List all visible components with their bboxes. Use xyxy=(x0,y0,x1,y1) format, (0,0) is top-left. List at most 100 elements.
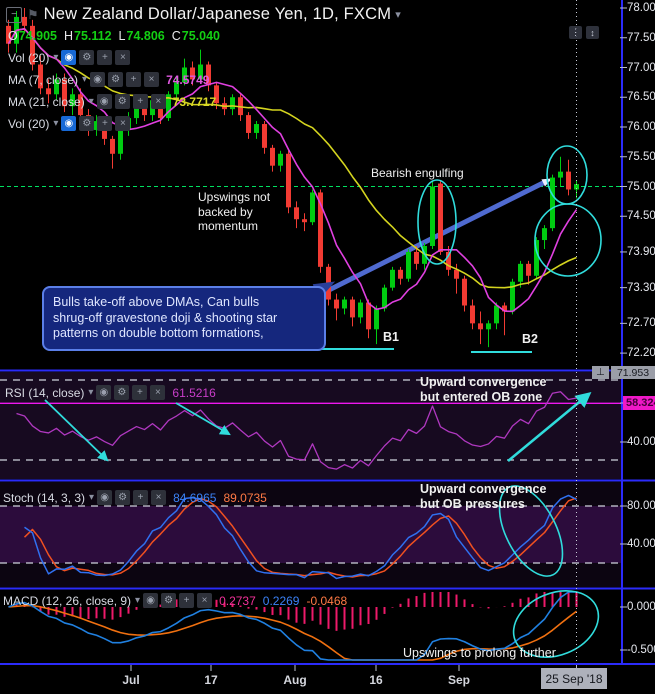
scale-drag-icon[interactable]: ⋮ xyxy=(569,26,582,39)
title-bar: − ⚑ New Zealand Dollar/Japanese Yen, 1D,… xyxy=(6,5,401,24)
chevron-down-icon[interactable]: ▾ xyxy=(89,492,94,503)
legend-ma21: MA (21, close) ▾ ◉ ⚙ + × 73.7717 xyxy=(8,93,216,110)
eye-icon[interactable]: ◉ xyxy=(90,72,106,87)
stoch-annotation: Upward convergence but OB pressures xyxy=(420,482,547,512)
high-value: 75.112 xyxy=(74,28,112,43)
rsi-annotation: Upward convergence but entered OB zone xyxy=(420,375,547,405)
eye-icon[interactable]: ◉ xyxy=(97,490,113,505)
stoch-k-value: 84.6965 xyxy=(173,490,217,505)
close-icon[interactable]: × xyxy=(151,490,167,505)
price-axis-label: 77.000 xyxy=(627,61,655,74)
open-value: 74.905 xyxy=(18,28,57,43)
price-axis-label: 77.500 xyxy=(627,31,655,44)
stoch-header: Stoch (14, 3, 3) ▾ ◉ ⚙ + × 84.6965 89.07… xyxy=(3,489,267,506)
ma21-label: MA (21, close) xyxy=(8,94,85,109)
low-anchor-icon: ⊥ xyxy=(592,366,609,379)
eye-icon[interactable]: ◉ xyxy=(143,593,159,608)
stoch-axis-label: 40.0000 xyxy=(627,538,655,550)
close-icon[interactable]: × xyxy=(115,50,131,65)
macd-value: 0.2269 xyxy=(262,593,300,608)
gear-icon[interactable]: ⚙ xyxy=(108,72,124,87)
macd-annotation: Upswings to prolong further xyxy=(403,646,556,660)
high-label: H xyxy=(63,28,73,43)
open-label: O xyxy=(8,28,18,43)
plus-icon[interactable]: + xyxy=(133,490,149,505)
price-axis-label: 76.500 xyxy=(627,91,655,104)
rsi-value: 61.5216 xyxy=(172,385,216,400)
plus-icon[interactable]: + xyxy=(126,72,142,87)
chevron-down-icon[interactable]: ▾ xyxy=(53,118,58,129)
close-label: C xyxy=(171,28,181,43)
stoch-label: Stoch (14, 3, 3) xyxy=(3,490,86,505)
b2-label: B2 xyxy=(522,332,538,346)
bearish-engulfing-note: Bearish engulfing xyxy=(371,166,464,180)
scale-updown-icon[interactable]: ↕ xyxy=(586,26,599,39)
stoch-d-value: 89.0735 xyxy=(223,490,267,505)
gear-icon[interactable]: ⚙ xyxy=(114,94,130,109)
close-icon[interactable]: × xyxy=(144,72,160,87)
stoch-axis-label: 80.0000 xyxy=(627,500,655,512)
gear-icon[interactable]: ⚙ xyxy=(79,50,95,65)
ma7-value: 74.5749 xyxy=(166,72,210,87)
chevron-down-icon[interactable]: ▾ xyxy=(395,8,401,21)
eye-icon[interactable]: ◉ xyxy=(61,50,77,65)
macd-label: MACD (12, 26, close, 9) xyxy=(3,593,132,608)
rsi-header: RSI (14, close) ▾ ◉ ⚙ + × 61.5216 xyxy=(5,384,216,401)
plus-icon[interactable]: + xyxy=(132,385,148,400)
time-axis-label: 16 xyxy=(369,673,383,687)
symbol-title[interactable]: New Zealand Dollar/Japanese Yen, 1D, FXC… xyxy=(44,5,392,24)
ma21-value: 73.7717 xyxy=(172,94,217,109)
low-label: L xyxy=(118,28,126,43)
plus-icon[interactable]: + xyxy=(132,94,148,109)
chevron-down-icon[interactable]: ▾ xyxy=(88,387,93,398)
price-axis-label: 78.000 xyxy=(627,2,655,14)
plus-icon[interactable]: + xyxy=(97,50,113,65)
price-axis-label: 76.000 xyxy=(627,121,655,133)
gear-icon[interactable]: ⚙ xyxy=(161,593,177,608)
macd-axis-label: -0.5000 xyxy=(627,644,655,656)
symbol-flag-icon: ⚑ xyxy=(27,6,39,22)
vol-label: Vol (20) xyxy=(8,116,50,131)
ma7-label: MA (7, close) xyxy=(8,72,79,87)
close-icon[interactable]: × xyxy=(150,94,166,109)
rsi-label: RSI (14, close) xyxy=(5,385,85,400)
plus-icon[interactable]: + xyxy=(97,116,113,131)
gear-icon[interactable]: ⚙ xyxy=(115,490,131,505)
close-icon[interactable]: × xyxy=(197,593,213,608)
gear-icon[interactable]: ⚙ xyxy=(114,385,130,400)
time-axis-label: Aug xyxy=(283,673,307,687)
upswings-momentum-note: Upswings not backed by momentum xyxy=(198,190,271,234)
price-axis-label: 75.000 xyxy=(627,180,655,193)
price-axis-label: 73.300 xyxy=(627,281,655,294)
macd-hist-value: 0.2737 xyxy=(219,593,256,608)
chevron-down-icon[interactable]: ▾ xyxy=(53,52,58,63)
close-icon[interactable]: × xyxy=(150,385,166,400)
low-price-tag: 71.953 xyxy=(611,366,655,379)
callout-note: Bulls take-off above DMAs, Can bulls shr… xyxy=(42,286,326,351)
price-axis-label: 72.700 xyxy=(627,317,655,330)
close-value: 75.040 xyxy=(181,28,220,43)
close-icon[interactable]: × xyxy=(115,116,131,131)
legend-vol-top: Vol (20) ▾ ◉ ⚙ + × xyxy=(8,49,131,66)
macd-header: MACD (12, 26, close, 9) ▾ ◉ ⚙ + × 0.2737… xyxy=(3,592,347,609)
time-axis-label: Sep xyxy=(447,673,471,687)
collapse-icon[interactable]: − xyxy=(6,6,22,23)
eye-icon[interactable]: ◉ xyxy=(61,116,77,131)
chevron-down-icon[interactable]: ▾ xyxy=(135,595,140,606)
low-value: 74.806 xyxy=(126,28,165,43)
b1-label: B1 xyxy=(383,330,399,344)
chevron-down-icon[interactable]: ▾ xyxy=(89,96,94,107)
plus-icon[interactable]: + xyxy=(179,593,195,608)
price-axis-label: 74.500 xyxy=(627,210,655,223)
eye-icon[interactable]: ◉ xyxy=(96,94,112,109)
price-axis-label: 73.900 xyxy=(627,245,655,258)
chevron-down-icon[interactable]: ▾ xyxy=(82,74,87,85)
price-axis-label: 75.500 xyxy=(627,150,655,163)
time-axis-label: Jul xyxy=(122,673,140,687)
rsi-level-tag: 58.3243 xyxy=(623,396,655,410)
ohlc-row: O 74.905 H 75.112 L 74.806 C 75.040 xyxy=(8,27,220,44)
gear-icon[interactable]: ⚙ xyxy=(79,116,95,131)
eye-icon[interactable]: ◉ xyxy=(96,385,112,400)
price-axis-label: 72.200 xyxy=(627,347,655,360)
macd-axis-label: 0.0000 xyxy=(627,601,655,613)
